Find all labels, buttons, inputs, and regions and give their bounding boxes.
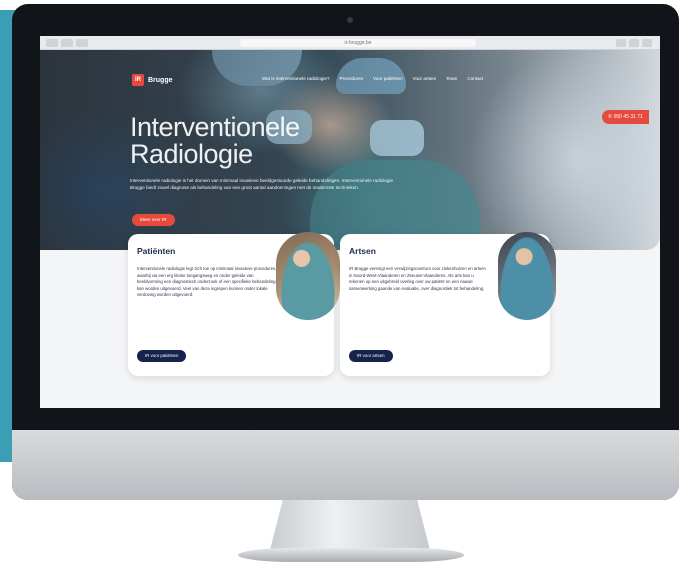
doctors-card-title: Artsen	[349, 246, 376, 256]
nav-item-contact[interactable]: Contact	[467, 76, 483, 81]
browser-toolbar: ir-brugge.be	[40, 36, 660, 50]
hero-title-line2: Radiologie	[130, 139, 253, 169]
patients-card: Patiënten Interventionele radiologie leg…	[128, 232, 340, 376]
nav-item-voor-artsen[interactable]: Voor artsen	[413, 76, 437, 81]
logo-mark: IR	[132, 74, 144, 86]
patients-card-photo	[276, 232, 340, 320]
new-tab-icon[interactable]	[629, 39, 639, 47]
doctors-card: Artsen IR Brugge verenigt een verwijzing…	[340, 232, 556, 376]
patients-card-title: Patiënten	[137, 246, 176, 256]
share-icon[interactable]	[616, 39, 626, 47]
main-nav: Wat is interventionele radiologie? Proce…	[262, 76, 483, 81]
site-logo[interactable]: IR Brugge	[132, 74, 173, 86]
ir-for-patients-button[interactable]: IR voor patiënten	[137, 350, 187, 362]
nav-item-procedures[interactable]: Procedures	[340, 76, 364, 81]
webcam-icon	[347, 17, 353, 23]
doctors-card-text: IR Brugge verenigt een verwijzingscentru…	[349, 266, 486, 291]
monitor-stand	[270, 500, 430, 550]
tabs-icon[interactable]	[642, 39, 652, 47]
sidebar-icon[interactable]	[76, 39, 88, 47]
ir-for-doctors-button[interactable]: IR voor artsen	[349, 350, 393, 362]
patients-card-text: Interventionele radiologie legt zich toe…	[137, 266, 277, 298]
phone-button[interactable]: ✆ 050 45 31 71	[602, 110, 649, 124]
address-bar[interactable]: ir-brugge.be	[240, 39, 476, 47]
page-background	[40, 376, 660, 408]
browser-nav-buttons[interactable]	[46, 39, 88, 47]
back-icon[interactable]	[46, 39, 58, 47]
more-about-ir-button[interactable]: Meer over IR	[132, 214, 175, 226]
phone-icon: ✆	[608, 114, 613, 120]
nav-item-voor-patienten[interactable]: Voor patiënten	[373, 76, 403, 81]
logo-name: Brugge	[148, 76, 173, 84]
nav-item-wat-is-ir[interactable]: Wat is interventionele radiologie?	[262, 76, 330, 81]
forward-icon[interactable]	[61, 39, 73, 47]
nav-item-team[interactable]: Team	[446, 76, 457, 81]
monitor-foot	[238, 548, 464, 562]
hero-title-line1: Interventionele	[130, 112, 300, 142]
hero-section: IR Brugge Wat is interventionele radiolo…	[40, 50, 660, 250]
monitor-screen: ir-brugge.be IR Brugge Wat is interventi…	[40, 36, 660, 408]
hero-description: Interventionele radiologie is het domein…	[130, 178, 394, 190]
phone-number: 050 45 31 71	[613, 114, 643, 120]
hero-title: Interventionele Radiologie	[130, 114, 300, 168]
doctors-card-photo	[498, 232, 556, 320]
monitor-chin	[12, 430, 679, 500]
